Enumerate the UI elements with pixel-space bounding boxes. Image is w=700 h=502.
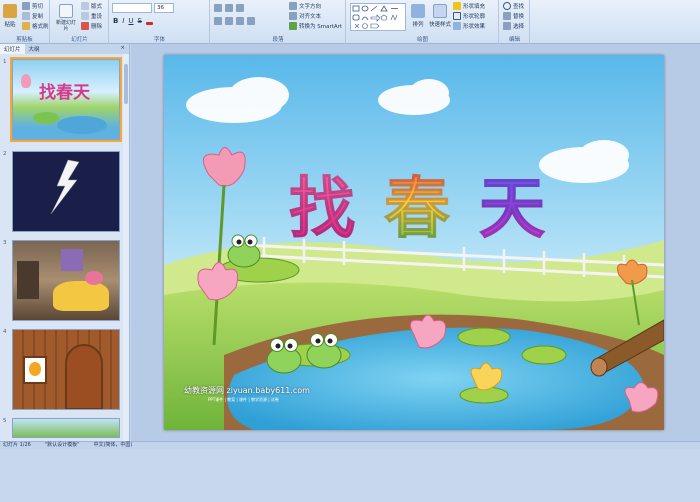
- align-center-icon[interactable]: [225, 17, 233, 25]
- layout-icon: [81, 2, 89, 10]
- numbering-icon[interactable]: [225, 4, 233, 12]
- language: 中文(简体，中国): [93, 442, 133, 448]
- align-buttons: [214, 17, 255, 25]
- tab-slides[interactable]: 幻灯片: [0, 44, 25, 54]
- scrollbar-thumb[interactable]: [124, 64, 128, 104]
- outline-icon: [453, 12, 461, 20]
- thumb-image: 找春天: [10, 57, 122, 142]
- bullets-icon[interactable]: [214, 4, 222, 12]
- font-group: 36 B I U S 字体: [110, 0, 210, 44]
- lightning-icon: [50, 159, 80, 215]
- slide-count: 幻灯片 1/26: [3, 442, 31, 448]
- clipboard-group: 粘贴 剪切 复制 格式刷 剪贴板: [0, 0, 50, 44]
- italic-button[interactable]: I: [122, 17, 124, 25]
- delete-icon: [81, 22, 89, 30]
- slides-panel: 幻灯片 大纲 × 1 找春天 2 3 4 5: [0, 44, 130, 441]
- font-size-field[interactable]: 36: [154, 3, 174, 13]
- tab-outline[interactable]: 大纲: [25, 44, 44, 54]
- align-right-icon[interactable]: [236, 17, 244, 25]
- current-slide[interactable]: 找 春 天 幼教资源网 ziyuan.baby611.com PPT课件 | 教…: [164, 55, 664, 430]
- shapes-gallery[interactable]: [350, 3, 406, 31]
- shape-fill-button[interactable]: 形状填充: [453, 2, 485, 10]
- align-text-icon: [289, 12, 297, 20]
- slide-title-char-1[interactable]: 找: [289, 155, 356, 251]
- thumbnail-1[interactable]: 1 找春天: [0, 57, 124, 143]
- bold-button[interactable]: B: [113, 17, 118, 25]
- drawing-group: 排列 快速样式 形状填充 形状轮廓 形状效果 绘图: [347, 0, 499, 44]
- fill-icon: [453, 2, 461, 10]
- align-text-button[interactable]: 对齐文本: [289, 12, 321, 20]
- theme-name: "默认设计模板": [44, 442, 80, 448]
- paste-icon: [3, 4, 17, 18]
- thumbnail-5[interactable]: 5: [0, 418, 124, 502]
- thumb-image: [12, 151, 120, 232]
- watermark-subtitle: PPT课件 | 教案 | 课件 | 教学资源 | 试卷: [208, 397, 279, 402]
- text-direction-icon: [289, 2, 297, 10]
- list-buttons: [214, 4, 244, 12]
- indent-icon[interactable]: [236, 4, 244, 12]
- align-left-icon[interactable]: [214, 17, 222, 25]
- underline-button[interactable]: U: [128, 17, 133, 25]
- thumb-image: [12, 240, 120, 321]
- font-color-icon[interactable]: [146, 22, 153, 25]
- find-button[interactable]: 查找: [503, 2, 524, 10]
- paragraph-group: 文字方向 对齐文本 转换为 SmartArt 段落: [211, 0, 346, 44]
- shapes-icon: [352, 5, 398, 29]
- effects-icon: [453, 22, 461, 30]
- close-icon[interactable]: ×: [116, 44, 129, 54]
- new-slide-icon: [59, 4, 73, 18]
- reset-button[interactable]: 重设: [81, 12, 102, 20]
- arrange-icon: [411, 4, 425, 18]
- replace-button[interactable]: 替换: [503, 12, 524, 20]
- thumbnail-2[interactable]: 2: [0, 151, 124, 235]
- quick-styles-button[interactable]: 快速样式: [429, 4, 451, 28]
- select-button[interactable]: 选择: [503, 22, 524, 30]
- arrange-button[interactable]: 排列: [411, 4, 425, 28]
- scissors-icon: [22, 2, 30, 10]
- strikethrough-button[interactable]: S: [138, 17, 142, 25]
- thumbnail-4[interactable]: 4: [0, 329, 124, 413]
- cursor-icon: [503, 22, 511, 30]
- reset-icon: [81, 12, 89, 20]
- cut-button[interactable]: 剪切: [22, 2, 43, 10]
- status-bar: 幻灯片 1/26 "默认设计模板" 中文(简体，中国): [0, 441, 700, 449]
- slide-canvas: 找 春 天 幼教资源网 ziyuan.baby611.com PPT课件 | 教…: [131, 44, 700, 441]
- new-slide-button[interactable]: 新建幻灯片: [56, 4, 76, 32]
- layout-button[interactable]: 版式: [81, 2, 102, 10]
- editing-group: 查找 替换 选择 编辑: [500, 0, 530, 44]
- slides-group: 新建幻灯片 版式 重设 删除 幻灯片: [51, 0, 109, 44]
- shape-outline-button[interactable]: 形状轮廓: [453, 12, 485, 20]
- justify-icon[interactable]: [247, 17, 255, 25]
- panel-tabs: 幻灯片 大纲 ×: [0, 44, 129, 54]
- replace-icon: [503, 12, 511, 20]
- delete-slide-button[interactable]: 删除: [81, 22, 102, 30]
- thumb-image: [12, 329, 120, 410]
- ribbon: 粘贴 剪切 复制 格式刷 剪贴板 新建幻灯片 版式 重设 删除 幻灯片 36 B…: [0, 0, 700, 44]
- quick-styles-icon: [433, 4, 447, 18]
- slide-title-char-2[interactable]: 春: [384, 155, 451, 251]
- smartart-icon: [289, 22, 297, 30]
- thumb-image: [12, 418, 120, 438]
- copy-icon: [22, 12, 30, 20]
- text-direction-button[interactable]: 文字方向: [289, 2, 321, 10]
- smartart-button[interactable]: 转换为 SmartArt: [289, 22, 342, 30]
- copy-button[interactable]: 复制: [22, 12, 43, 20]
- search-icon: [503, 2, 511, 10]
- thumbnail-3[interactable]: 3: [0, 240, 124, 324]
- slide-title-char-3[interactable]: 天: [479, 155, 546, 251]
- shape-effects-button[interactable]: 形状效果: [453, 22, 485, 30]
- font-buttons: B I U S: [113, 17, 153, 25]
- panel-scrollbar[interactable]: [123, 54, 129, 441]
- font-name-field[interactable]: [112, 3, 152, 13]
- format-painter-button[interactable]: 格式刷: [22, 22, 49, 30]
- paste-button[interactable]: 粘贴: [3, 4, 17, 28]
- watermark: 幼教资源网 ziyuan.baby611.com: [184, 386, 310, 395]
- brush-icon: [22, 22, 30, 30]
